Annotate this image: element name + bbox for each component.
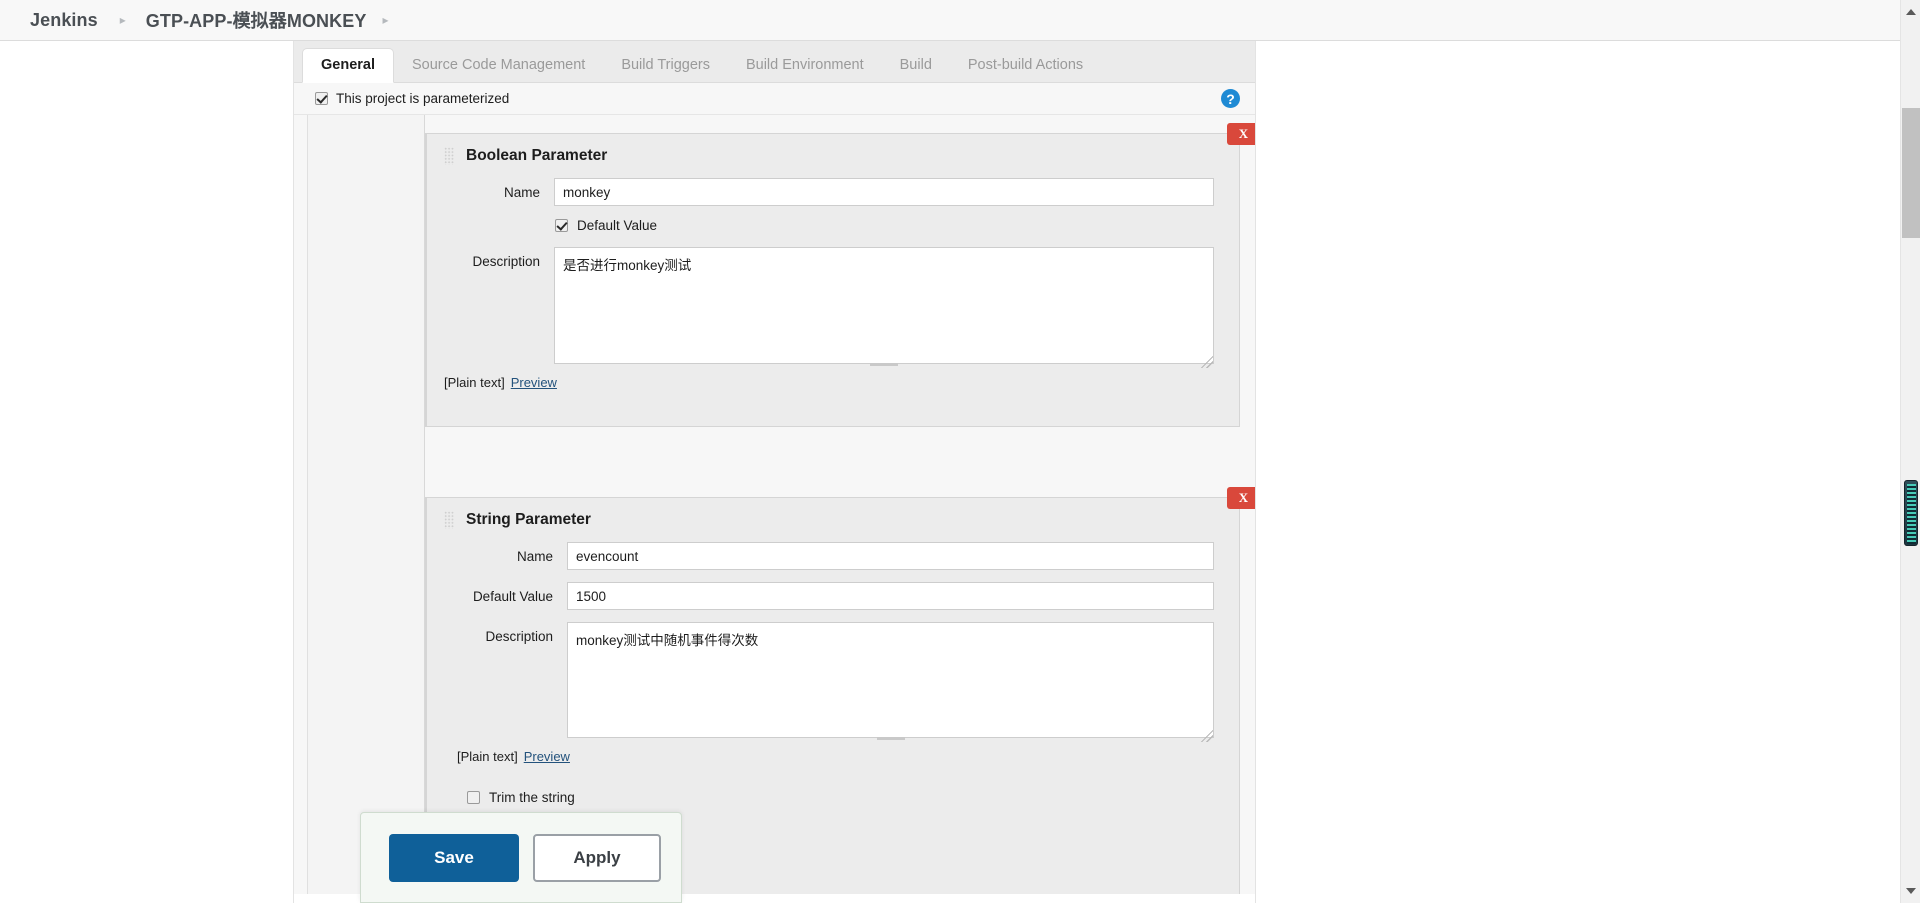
browser-scrollbar[interactable] [1900,0,1920,903]
tab-build-environment[interactable]: Build Environment [728,49,882,83]
string-parameter-header: String Parameter X ? [427,487,1255,542]
tab-build[interactable]: Build [882,49,950,83]
delete-string-parameter-button[interactable]: X [1227,487,1255,509]
string-default-value-row: Default Value ? [427,582,1239,610]
tab-source-code-management[interactable]: Source Code Management [394,49,603,83]
boolean-description-textarea[interactable] [554,247,1214,364]
string-description-textarea[interactable] [567,622,1214,738]
tab-post-build-actions[interactable]: Post-build Actions [950,49,1101,83]
boolean-default-value-label: Default Value [577,218,658,233]
breadcrumb-chevron-icon: ▸ [119,13,126,27]
string-plain-text-label: [Plain text] [457,749,518,764]
boolean-preview-row: [Plain text] Preview [427,375,1239,390]
project-parameterized-checkbox[interactable] [315,92,328,105]
delete-boolean-parameter-button[interactable]: X [1227,123,1255,145]
string-description-label: Description [485,629,553,644]
string-parameter-title: String Parameter [466,511,591,528]
scrollbar-thumb[interactable] [1902,108,1920,238]
boolean-default-value-row: Default Value ? [427,218,1239,233]
form-action-bar: Save Apply [360,812,682,903]
boolean-name-input[interactable] [554,178,1214,206]
tab-build-triggers[interactable]: Build Triggers [603,49,728,83]
string-name-label: Name [516,549,553,564]
scrollbar-down-arrow-icon[interactable] [1901,881,1920,901]
drag-handle-icon-2[interactable] [444,511,454,529]
inner-scrollbar-indicator[interactable] [1904,480,1918,546]
indent-column [308,115,425,894]
string-default-value-label: Default Value [472,589,553,604]
left-gutter [294,115,308,894]
string-preview-link[interactable]: Preview [524,749,570,764]
boolean-parameter-header: Boolean Parameter X ? [427,123,1255,178]
breadcrumb: Jenkins ▸ GTP-APP-模拟器MONKEY ▸ [0,0,1900,41]
boolean-description-label: Description [472,254,540,269]
trim-the-string-label: Trim the string [489,790,575,805]
breadcrumb-item-jenkins[interactable]: Jenkins [30,10,98,31]
boolean-preview-link[interactable]: Preview [511,375,557,390]
help-icon-parameterized[interactable]: ? [1221,89,1240,108]
scrollbar-up-arrow-icon[interactable] [1901,2,1920,22]
config-tab-bar: General Source Code Management Build Tri… [294,41,1255,83]
string-name-input[interactable] [567,542,1214,570]
breadcrumb-item-project[interactable]: GTP-APP-模拟器MONKEY [146,7,367,33]
string-preview-row: [Plain text] Preview [427,749,1239,764]
page-left-background [0,41,293,903]
string-default-value-input[interactable] [567,582,1214,610]
boolean-default-value-checkbox[interactable] [555,219,568,232]
breadcrumb-chevron-icon-2[interactable]: ▸ [382,14,388,26]
tab-general[interactable]: General [302,47,394,83]
apply-button[interactable]: Apply [533,833,661,882]
boolean-parameter-block: Boolean Parameter X ? Name ? Default Val… [425,123,1255,427]
boolean-description-row: Description ? [427,247,1239,369]
string-trim-row: Trim the string ? [427,790,1239,805]
project-parameterized-row: This project is parameterized ? [294,83,1255,115]
boolean-plain-text-label: [Plain text] [444,375,505,390]
config-body: Boolean Parameter X ? Name ? Default Val… [294,115,1255,894]
page-right-background [1256,0,1900,903]
config-panel: General Source Code Management Build Tri… [293,41,1256,903]
string-name-row: Name ? [427,542,1239,570]
trim-the-string-checkbox[interactable] [467,791,480,804]
boolean-name-row: Name ? [427,178,1239,206]
project-parameterized-label: This project is parameterized [336,91,510,106]
string-description-row: Description ? [427,622,1239,743]
save-button[interactable]: Save [389,833,519,882]
drag-handle-icon[interactable] [444,147,454,165]
boolean-name-label: Name [503,185,540,200]
boolean-parameter-title: Boolean Parameter [466,147,608,164]
